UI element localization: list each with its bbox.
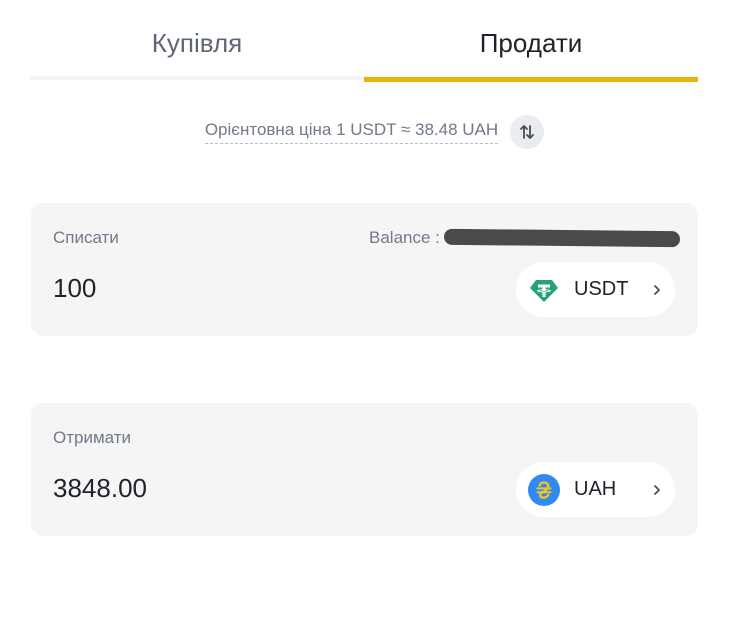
chevron-right-icon [652,484,662,496]
balance: Balance : [369,228,680,248]
spend-coin-select[interactable]: USDT [516,262,675,317]
receive-coin-name: UAH [574,478,617,500]
tab-buy[interactable]: Купівля [30,0,364,82]
receive-card: Отримати 3848.00 UAH [31,403,698,536]
spend-card: Списати Balance : 100 USDT [31,203,698,336]
spend-amount-input[interactable]: 100 [53,273,96,304]
tab-sell-label: Продати [479,28,583,58]
receive-amount[interactable]: 3848.00 [53,473,147,504]
balance-label: Balance : [369,228,440,247]
tab-bar: Купівля Продати [30,0,698,82]
receive-label: Отримати [53,428,132,447]
balance-redacted [443,228,680,248]
swap-direction-button[interactable] [510,115,545,149]
convert-widget: Купівля Продати Орієнтовна ціна 1 USDT ≈… [0,0,733,637]
spend-label: Списати [53,228,119,247]
spend-coin-name: USDT [574,278,629,300]
tab-sell[interactable]: Продати [364,0,698,82]
reference-price[interactable]: Орієнтовна ціна 1 USDT ≈ 38.48 UAH [204,120,499,144]
active-tab-indicator [364,77,698,82]
swap-arrows-icon [520,125,535,139]
receive-coin-select[interactable]: UAH [516,462,675,517]
reference-price-row: Орієнтовна ціна 1 USDT ≈ 38.48 UAH [0,114,733,150]
hryvnia-icon [528,473,560,506]
chevron-right-icon [652,284,662,296]
tether-icon [528,274,560,306]
tab-buy-label: Купівля [151,28,243,58]
